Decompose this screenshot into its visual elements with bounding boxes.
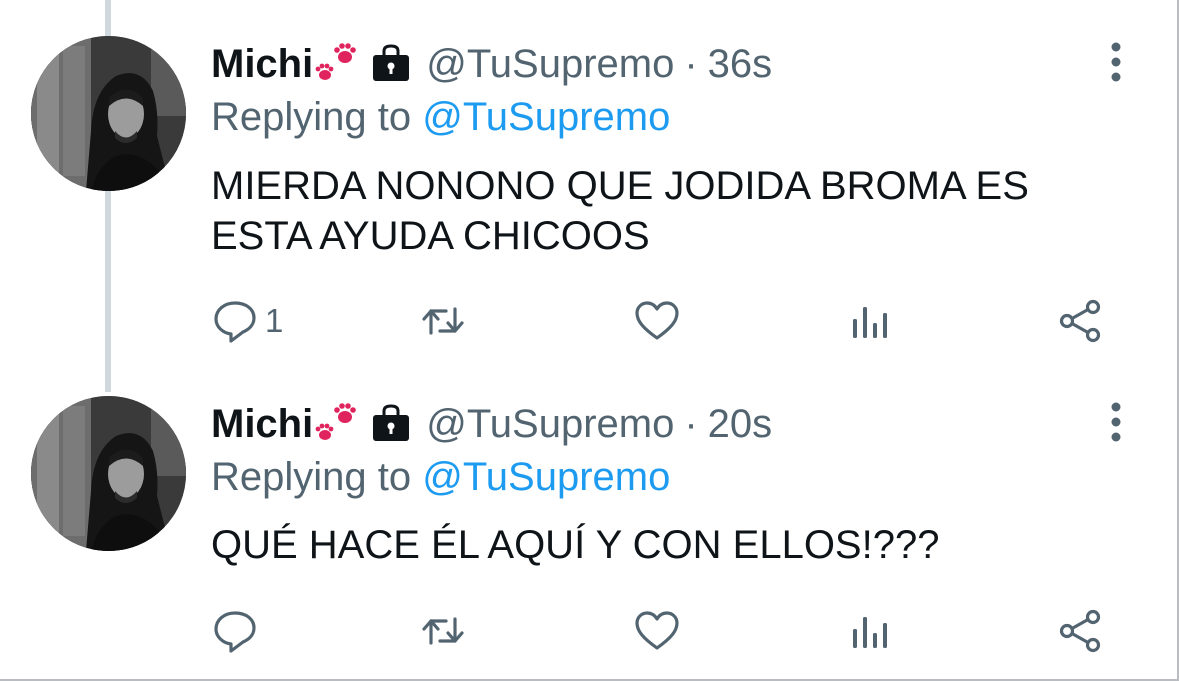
replying-to: Replying to @TuSupremo: [211, 455, 670, 500]
retweet-button[interactable]: [419, 296, 473, 346]
lock-icon: [370, 43, 412, 85]
views-button[interactable]: [847, 296, 895, 346]
author-handle[interactable]: @TuSupremo: [426, 402, 674, 447]
replying-to-mention[interactable]: @TuSupremo: [422, 95, 670, 139]
like-button[interactable]: [633, 606, 687, 656]
reply-button[interactable]: [211, 606, 265, 656]
replying-to-mention[interactable]: @TuSupremo: [422, 455, 670, 499]
tweet-text: QUÉ HACE ÉL AQUÍ Y CON ELLOS!???: [211, 523, 940, 567]
retweet-icon: [422, 307, 464, 335]
analytics-icon: [853, 307, 887, 338]
avatar[interactable]: [31, 36, 186, 191]
paw-prints-emoji-icon: [314, 41, 360, 87]
share-button[interactable]: [1057, 606, 1105, 656]
more-vertical-icon: [1111, 42, 1121, 82]
timestamp[interactable]: 36s: [708, 42, 773, 87]
tweet-actions: [211, 606, 1111, 656]
tweet[interactable]: Michi: [0, 392, 1177, 679]
separator-dot: ·: [684, 41, 698, 86]
tweet-header: Michi: [211, 401, 772, 447]
tweet-header: Michi: [211, 41, 772, 87]
share-icon: [1059, 609, 1101, 653]
analytics-icon: [853, 617, 887, 648]
replying-to-label: Replying to: [211, 95, 412, 139]
tweet-text: MIERDA NONONO QUE JODIDA BROMA ES ESTA A…: [211, 164, 1029, 258]
reply-count: 1: [265, 302, 284, 339]
more-options-button[interactable]: [1101, 40, 1131, 84]
reply-button[interactable]: 1: [211, 296, 283, 346]
more-options-button[interactable]: [1101, 400, 1131, 444]
timestamp[interactable]: 20s: [708, 402, 773, 447]
lock-icon: [370, 403, 412, 445]
retweet-button[interactable]: [419, 606, 473, 656]
heart-icon: [635, 611, 679, 650]
replying-to: Replying to @TuSupremo: [211, 95, 670, 140]
reply-thread: Michi @TuSupremo · 36s Replying to @TuSu…: [0, 0, 1179, 681]
like-button[interactable]: [633, 296, 687, 346]
reply-icon: [214, 301, 256, 343]
tweet-actions: 1: [211, 296, 1111, 346]
share-button[interactable]: [1057, 296, 1105, 346]
replying-to-label: Replying to: [211, 455, 412, 499]
tweet[interactable]: Michi: [0, 0, 1177, 392]
avatar[interactable]: [31, 396, 186, 551]
reply-icon: [214, 611, 256, 653]
author-name[interactable]: Michi: [211, 42, 313, 87]
author-handle[interactable]: @TuSupremo: [426, 42, 674, 87]
more-vertical-icon: [1111, 402, 1121, 442]
heart-icon: [635, 301, 679, 340]
separator-dot: ·: [684, 401, 698, 446]
author-name[interactable]: Michi: [211, 402, 313, 447]
views-button[interactable]: [847, 606, 895, 656]
share-icon: [1059, 299, 1101, 343]
retweet-icon: [422, 617, 464, 645]
paw-prints-emoji-icon: [314, 401, 360, 447]
